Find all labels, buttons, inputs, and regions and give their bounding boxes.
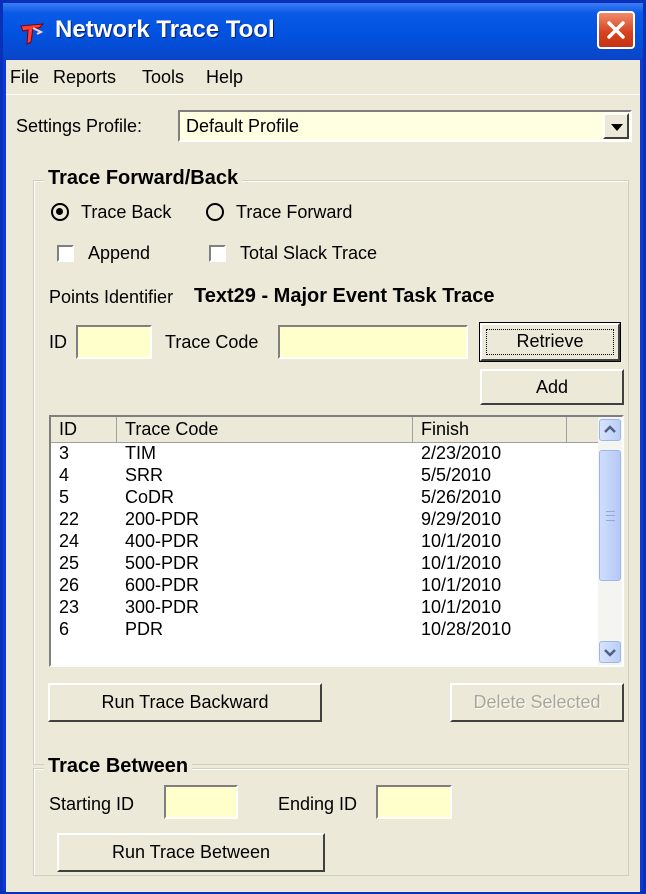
append-checkbox[interactable] [57, 245, 74, 262]
settings-profile-combo[interactable]: Default Profile [178, 110, 632, 142]
row-trace-code: TIM [125, 443, 156, 463]
row-id: 6 [59, 619, 70, 639]
menu-file[interactable]: File [10, 67, 39, 88]
row-finish: 10/28/2010 [421, 619, 512, 639]
trace-back-label[interactable]: Trace Back [81, 202, 171, 223]
client-area: File Reports Tools Help Settings Profile… [6, 60, 640, 892]
col-id[interactable]: ID [51, 417, 117, 443]
run-trace-between-button[interactable]: Run Trace Between [57, 833, 325, 872]
row-trace-code: PDR [125, 619, 164, 639]
row-trace-code: 500-PDR [125, 553, 200, 573]
menu-reports[interactable]: Reports [53, 67, 116, 88]
trace-back-radio[interactable] [51, 203, 69, 221]
row-trace-code: 600-PDR [125, 575, 200, 595]
row-id: 3 [59, 443, 70, 463]
table-row[interactable]: 23 300-PDR 10/1/2010 [51, 597, 571, 619]
app-window: Network Trace Tool File Reports Tools He… [0, 0, 646, 894]
row-finish: 5/26/2010 [421, 487, 502, 507]
trace-forward-back-title: Trace Forward/Back [44, 167, 243, 190]
row-id: 4 [59, 465, 70, 485]
id-label: ID [49, 332, 67, 352]
col-trace-code[interactable]: Trace Code [117, 417, 413, 443]
row-trace-code: 400-PDR [125, 531, 200, 551]
points-identifier-value: Text29 - Major Event Task Trace [194, 285, 495, 307]
scroll-thumb[interactable] [599, 450, 621, 581]
id-input[interactable] [76, 325, 152, 359]
ending-id-label: Ending ID [278, 794, 358, 814]
window-title: Network Trace Tool [55, 16, 275, 43]
retrieve-button[interactable]: Retrieve [479, 322, 621, 362]
ending-id-input[interactable] [376, 785, 452, 819]
add-button[interactable]: Add [480, 369, 624, 405]
delete-selected-button[interactable]: Delete Selected [450, 683, 624, 722]
list-scrollbar[interactable] [598, 417, 622, 665]
row-finish: 5/5/2010 [421, 465, 492, 485]
table-row[interactable]: 5 CoDR 5/26/2010 [51, 487, 571, 509]
col-filler [567, 417, 601, 443]
settings-profile-label: Settings Profile: [16, 116, 143, 136]
trace-code-label: Trace Code [165, 332, 259, 352]
row-id: 26 [59, 575, 80, 595]
settings-profile-value: Default Profile [186, 116, 300, 136]
col-finish[interactable]: Finish [413, 417, 567, 443]
points-identifier-label: Points Identifier [49, 287, 174, 307]
row-id: 22 [59, 509, 80, 529]
row-id: 23 [59, 597, 80, 617]
menu-help[interactable]: Help [206, 67, 243, 88]
menu-tools[interactable]: Tools [142, 67, 184, 88]
row-id: 24 [59, 531, 80, 551]
row-trace-code: 300-PDR [125, 597, 200, 617]
row-trace-code: CoDR [125, 487, 175, 507]
row-trace-code: 200-PDR [125, 509, 200, 529]
row-finish: 10/1/2010 [421, 553, 502, 573]
row-id: 25 [59, 553, 80, 573]
total-slack-label[interactable]: Total Slack Trace [240, 243, 377, 264]
scroll-up-icon[interactable] [599, 419, 621, 441]
starting-id-label: Starting ID [49, 794, 135, 814]
trace-code-input[interactable] [278, 325, 468, 359]
table-row[interactable]: 26 600-PDR 10/1/2010 [51, 575, 571, 597]
table-row[interactable]: 24 400-PDR 10/1/2010 [51, 531, 571, 553]
table-row[interactable]: 25 500-PDR 10/1/2010 [51, 553, 571, 575]
row-finish: 10/1/2010 [421, 531, 502, 551]
row-finish: 2/23/2010 [421, 443, 502, 463]
row-trace-code: SRR [125, 465, 164, 485]
scroll-down-icon[interactable] [599, 641, 621, 663]
append-label[interactable]: Append [88, 243, 150, 264]
trace-list-header: ID Trace Code Finish [51, 417, 601, 443]
starting-id-input[interactable] [164, 785, 238, 819]
row-finish: 10/1/2010 [421, 597, 502, 617]
menu-bar: File Reports Tools Help [6, 60, 640, 95]
app-icon [20, 23, 45, 45]
trace-list[interactable]: ID Trace Code Finish 3 TIM 2/23/2010 4 SRR 5/… [49, 415, 624, 667]
trace-forward-label[interactable]: Trace Forward [236, 202, 352, 223]
run-trace-backward-button[interactable]: Run Trace Backward [48, 683, 322, 722]
table-row[interactable]: 6 PDR 10/28/2010 [51, 619, 571, 641]
close-icon [607, 21, 625, 39]
total-slack-checkbox[interactable] [209, 245, 226, 262]
row-id: 5 [59, 487, 70, 507]
table-row[interactable]: 4 SRR 5/5/2010 [51, 465, 571, 487]
title-bar[interactable]: Network Trace Tool [3, 3, 643, 59]
row-finish: 10/1/2010 [421, 575, 502, 595]
trace-forward-radio[interactable] [206, 203, 224, 221]
table-row[interactable]: 3 TIM 2/23/2010 [51, 443, 571, 465]
dropdown-arrow-icon[interactable] [603, 113, 629, 139]
row-finish: 9/29/2010 [421, 509, 502, 529]
close-button[interactable] [597, 11, 635, 49]
table-row[interactable]: 22 200-PDR 9/29/2010 [51, 509, 571, 531]
trace-between-title: Trace Between [44, 755, 193, 778]
